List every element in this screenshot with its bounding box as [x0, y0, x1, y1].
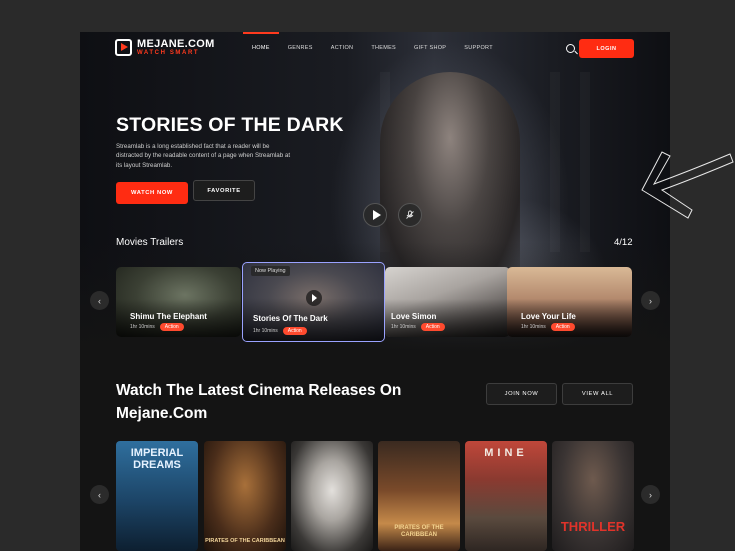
nav-item-gift-shop[interactable]: GIFT SHOP — [405, 32, 455, 64]
app-frame: MEJANE.COM WATCH SMART HOME GENRES ACTIO… — [80, 32, 670, 551]
poster-title: THRILLER — [560, 519, 626, 534]
mic-off-icon — [406, 210, 414, 219]
favorite-button[interactable]: FAVORITE — [193, 180, 255, 201]
search-icon[interactable] — [566, 44, 575, 53]
join-now-button[interactable]: JOIN NOW — [486, 383, 557, 405]
play-logo-icon — [115, 39, 132, 56]
trailer-title: Love Simon — [391, 312, 437, 321]
hero-title: STORIES OF THE DARK — [116, 114, 344, 136]
poster-title: PIRATES OF THE CARIBBEAN — [394, 525, 444, 538]
trailer-meta: 1hr 10mins Action — [130, 323, 184, 331]
main-nav: HOME GENRES ACTION THEMES GIFT SHOP SUPP… — [243, 32, 502, 64]
bookshelf-decoration — [550, 72, 560, 252]
movie-poster[interactable] — [291, 441, 373, 551]
decorative-arrow-icon — [641, 151, 734, 219]
genre-badge: Action — [159, 323, 184, 331]
genre-badge: Action — [282, 327, 307, 335]
nav-item-genres[interactable]: GENRES — [279, 32, 322, 64]
bookshelf-decoration — [580, 72, 590, 252]
trailer-title: Stories Of The Dark — [253, 314, 328, 323]
hero-description: Streamlab is a long established fact tha… — [116, 143, 291, 169]
trailer-meta: 1hr 10mins Action — [253, 327, 307, 335]
movie-poster[interactable]: PIRATES OF THE CARIBBEAN — [378, 441, 460, 551]
poster-title: IMPERIAL DREAMS — [130, 447, 184, 471]
movie-poster[interactable]: THRILLER — [552, 441, 634, 551]
poster-title: PIRATES OF THE CARIBBEAN — [205, 538, 285, 544]
trailer-card-now-playing[interactable]: Now Playing Stories Of The Dark 1hr 10mi… — [242, 262, 385, 342]
movie-poster[interactable]: PIRATES OF THE CARIBBEAN — [204, 441, 286, 551]
nav-item-themes[interactable]: THEMES — [362, 32, 405, 64]
logo-text: MEJANE.COM WATCH SMART — [137, 38, 215, 57]
genre-badge: Action — [550, 323, 575, 331]
chevron-right-icon: › — [649, 295, 652, 306]
trailer-meta: 1hr 10mins Action — [391, 323, 445, 331]
trailer-card[interactable]: Love Simon 1hr 10mins Action — [385, 267, 510, 337]
play-icon[interactable] — [306, 290, 322, 306]
nav-item-support[interactable]: SUPPORT — [455, 32, 502, 64]
login-button[interactable]: LOGIN — [579, 39, 634, 58]
posters-prev-button[interactable]: ‹ — [90, 485, 109, 504]
logo-name: MEJANE.COM — [137, 38, 215, 50]
chevron-right-icon: › — [649, 489, 652, 500]
now-playing-tag: Now Playing — [251, 266, 290, 276]
movie-poster[interactable]: MINE — [465, 441, 547, 551]
trailer-duration: 1hr 10mins — [130, 324, 155, 330]
trailer-card[interactable]: Shimu The Elephant 1hr 10mins Action — [116, 267, 241, 337]
trailer-duration: 1hr 10mins — [521, 324, 546, 330]
trailer-meta: 1hr 10mins Action — [521, 323, 575, 331]
trailer-card[interactable]: Love Your Life 1hr 10mins Action — [507, 267, 632, 337]
poster-title: MINE — [484, 447, 528, 459]
trailer-duration: 1hr 10mins — [391, 324, 416, 330]
site-logo[interactable]: MEJANE.COM WATCH SMART — [115, 39, 215, 56]
nav-item-home[interactable]: HOME — [243, 32, 279, 64]
posters-next-button[interactable]: › — [641, 485, 660, 504]
genre-badge: Action — [420, 323, 445, 331]
trailer-title: Love Your Life — [521, 312, 576, 321]
trailers-counter: 4/12 — [614, 237, 633, 248]
watch-now-button[interactable]: WATCH NOW — [116, 182, 188, 204]
nav-item-action[interactable]: ACTION — [322, 32, 363, 64]
trailers-heading: Movies Trailers — [116, 237, 184, 248]
play-icon[interactable] — [363, 203, 387, 227]
movie-poster[interactable]: IMPERIAL DREAMS — [116, 441, 198, 551]
trailers-next-button[interactable]: › — [641, 291, 660, 310]
chevron-left-icon: ‹ — [98, 295, 101, 306]
trailers-prev-button[interactable]: ‹ — [90, 291, 109, 310]
latest-releases-heading: Watch The Latest Cinema Releases On Meja… — [116, 382, 402, 422]
chevron-left-icon: ‹ — [98, 489, 101, 500]
view-all-button[interactable]: VIEW ALL — [562, 383, 633, 405]
trailer-duration: 1hr 10mins — [253, 328, 278, 334]
trailer-title: Shimu The Elephant — [130, 312, 207, 321]
logo-tagline: WATCH SMART — [137, 50, 200, 56]
mute-icon[interactable] — [398, 203, 422, 227]
